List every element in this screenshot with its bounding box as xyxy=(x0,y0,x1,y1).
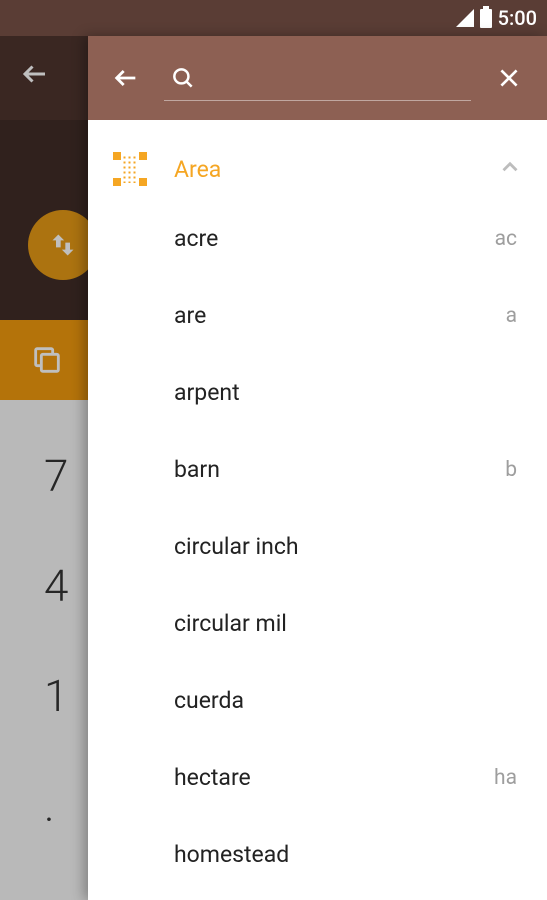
unit-name: are xyxy=(174,302,506,329)
unit-name: homestead xyxy=(174,841,517,868)
unit-abbr: ha xyxy=(494,766,517,790)
drawer-body: Area acreacareaarpentbarnbcircular inchc… xyxy=(88,120,547,900)
unit-name: barn xyxy=(174,456,505,483)
unit-abbr: a xyxy=(506,304,517,328)
unit-row[interactable]: acreac xyxy=(88,200,547,277)
unit-name: circular inch xyxy=(174,533,517,560)
unit-row[interactable]: circular inch xyxy=(88,508,547,585)
unit-row[interactable]: arpent xyxy=(88,354,547,431)
clear-button[interactable] xyxy=(489,58,529,98)
unit-list: acreacareaarpentbarnbcircular inchcircul… xyxy=(88,200,547,900)
unit-row[interactable]: barnb xyxy=(88,431,547,508)
unit-name: hectare xyxy=(174,764,494,791)
unit-name: acre xyxy=(174,225,495,252)
chevron-up-icon xyxy=(497,154,523,184)
drawer-header xyxy=(88,36,547,120)
unit-row[interactable]: homestead xyxy=(88,816,547,893)
unit-row[interactable]: plaza xyxy=(88,893,547,900)
unit-name: circular mil xyxy=(174,610,517,637)
unit-row[interactable]: hectareha xyxy=(88,739,547,816)
unit-row[interactable]: area xyxy=(88,277,547,354)
unit-name: arpent xyxy=(174,379,517,406)
unit-abbr: ac xyxy=(495,227,517,251)
drawer-back-button[interactable] xyxy=(106,58,146,98)
unit-abbr: b xyxy=(505,458,517,482)
status-bar: 5:00 xyxy=(0,0,547,36)
battery-icon xyxy=(480,9,492,28)
signal-icon xyxy=(456,9,474,27)
unit-row[interactable]: cuerda xyxy=(88,662,547,739)
category-row-area[interactable]: Area xyxy=(88,138,547,200)
search-input[interactable] xyxy=(164,55,471,101)
category-label: Area xyxy=(154,156,497,183)
unit-name: cuerda xyxy=(174,687,517,714)
unit-drawer: Area acreacareaarpentbarnbcircular inchc… xyxy=(88,36,547,900)
search-icon xyxy=(170,65,196,91)
unit-row[interactable]: circular mil xyxy=(88,585,547,662)
area-icon xyxy=(106,152,154,186)
arrow-left-icon xyxy=(112,64,140,92)
close-icon xyxy=(496,65,522,91)
status-time: 5:00 xyxy=(498,6,537,30)
